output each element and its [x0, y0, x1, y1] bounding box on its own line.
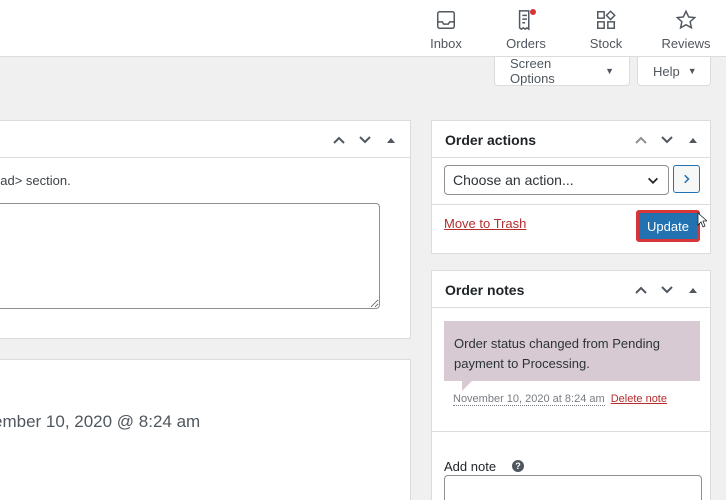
add-note-textarea[interactable]: [444, 475, 702, 500]
order-note: Order status changed from Pending paymen…: [444, 321, 700, 381]
toggle-panel-button[interactable]: [684, 281, 702, 299]
chevron-down-icon: [661, 286, 673, 294]
divider: [432, 204, 710, 205]
move-up-button[interactable]: [632, 131, 650, 149]
chevron-right-icon: [683, 174, 690, 184]
triangle-up-icon: [387, 138, 395, 143]
move-down-button[interactable]: [658, 131, 676, 149]
note-tail: [462, 381, 472, 391]
order-notes-title: Order notes: [445, 282, 525, 298]
order-action-select-value: Choose an action...: [453, 172, 574, 188]
help-label: Help: [653, 63, 680, 79]
nav-stock[interactable]: Stock: [566, 0, 646, 57]
toggle-panel-button[interactable]: [382, 131, 400, 149]
move-down-button[interactable]: [658, 281, 676, 299]
chevron-up-icon: [333, 136, 345, 144]
toggle-panel-button[interactable]: [684, 131, 702, 149]
divider: [432, 431, 710, 432]
chevron-up-icon: [635, 136, 647, 144]
custom-code-panel: ead> section.: [0, 120, 411, 339]
move-to-trash-link[interactable]: Move to Trash: [444, 216, 526, 231]
note-meta: November 10, 2020 at 8:24 am Delete note: [453, 393, 667, 406]
nav-stock-label: Stock: [589, 36, 623, 51]
panel-controls: [632, 281, 702, 299]
stock-icon: [597, 10, 616, 29]
delete-note-link[interactable]: Delete note: [611, 393, 667, 405]
update-button-highlight: Update: [636, 210, 700, 242]
caret-down-icon: ▼: [605, 66, 614, 76]
add-note-label: Add note: [444, 459, 497, 474]
note-timestamp: November 10, 2020 at 8:24 am: [453, 393, 605, 406]
nav-orders-label: Orders: [506, 36, 546, 51]
inbox-icon: [437, 11, 455, 29]
update-button[interactable]: Update: [639, 213, 697, 239]
chevron-down-icon: [359, 136, 371, 144]
order-notes-panel: Order notes Order status changed from Pe…: [431, 270, 711, 500]
activity-nav: Inbox Orders Stock Reviews: [406, 0, 726, 57]
caret-down-icon: ▼: [687, 66, 697, 76]
order-date-text: ember 10, 2020 @ 8:24 am: [0, 412, 201, 431]
orders-badge-dot: [530, 9, 536, 15]
nav-reviews-label: Reviews: [661, 36, 711, 51]
order-actions-header: Order actions: [432, 121, 710, 158]
nav-inbox-label: Inbox: [430, 36, 462, 51]
order-notes-header: Order notes: [432, 271, 710, 308]
move-up-button[interactable]: [330, 131, 348, 149]
reviews-icon: [675, 9, 697, 30]
apply-action-button[interactable]: [673, 165, 700, 193]
code-textarea[interactable]: [0, 203, 380, 309]
chevron-down-icon: [661, 136, 673, 144]
screen-options-label: Screen Options: [510, 56, 555, 86]
order-date-panel: ember 10, 2020 @ 8:24 am: [0, 359, 411, 500]
help-tab[interactable]: Help ▼: [637, 57, 711, 86]
triangle-up-icon: [689, 288, 697, 293]
order-actions-panel: Order actions Choose an action... Move t…: [431, 120, 711, 254]
activity-bar: Inbox Orders Stock Reviews: [0, 0, 726, 57]
order-action-select[interactable]: Choose an action...: [444, 165, 669, 195]
order-note-text: Order status changed from Pending paymen…: [454, 336, 660, 371]
move-up-button[interactable]: [632, 281, 650, 299]
nav-inbox[interactable]: Inbox: [406, 0, 486, 57]
mouse-cursor-icon: [697, 212, 707, 228]
nav-reviews[interactable]: Reviews: [646, 0, 726, 57]
chevron-down-icon: [648, 177, 658, 184]
panel-header: [0, 121, 410, 158]
nav-orders[interactable]: Orders: [486, 0, 566, 57]
screen-options-tab[interactable]: Screen Options ▼: [494, 56, 630, 86]
order-actions-title: Order actions: [445, 132, 537, 148]
triangle-up-icon: [689, 138, 697, 143]
move-down-button[interactable]: [356, 131, 374, 149]
help-question-icon[interactable]: ?: [512, 460, 524, 472]
chevron-up-icon: [635, 286, 647, 294]
panel-description: ead> section.: [0, 173, 71, 188]
panel-controls: [632, 131, 702, 149]
panel-controls: [330, 131, 400, 149]
